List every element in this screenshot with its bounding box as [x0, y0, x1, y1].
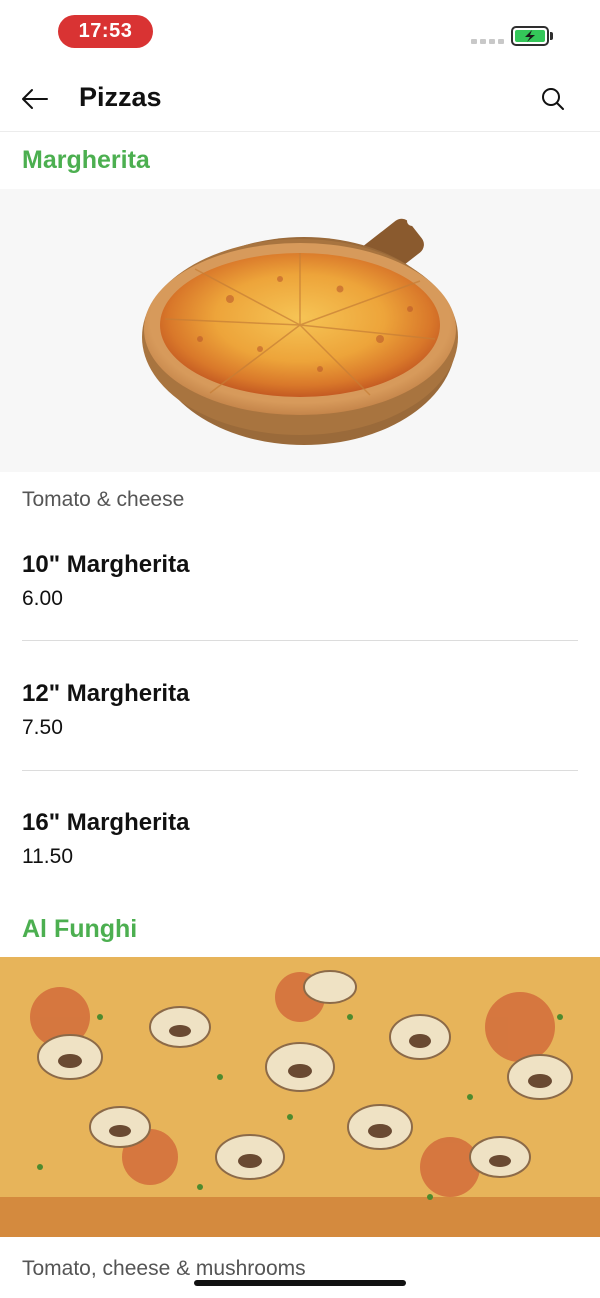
item-name: 12" Margherita [22, 680, 190, 707]
signal-icon [471, 39, 504, 44]
page-title: Pizzas [79, 82, 162, 112]
menu-item[interactable]: 12" Margherita 7.50 [22, 680, 578, 740]
al-funghi-image [0, 957, 600, 1237]
margherita-image [0, 189, 600, 472]
category-description-margherita: Tomato & cheese [22, 488, 185, 511]
home-indicator[interactable] [194, 1280, 406, 1286]
search-icon [542, 88, 564, 110]
app-header: Pizzas [0, 64, 600, 132]
battery-icon [511, 26, 549, 46]
search-button[interactable] [536, 82, 570, 116]
status-bar: 17:53 [0, 0, 600, 64]
menu-item[interactable]: 16" Margherita 11.50 [22, 809, 578, 869]
item-price: 6.00 [22, 587, 63, 610]
category-description-al-funghi: Tomato, cheese & mushrooms [22, 1257, 306, 1280]
category-title-margherita: Margherita [22, 146, 150, 174]
menu-item[interactable]: 10" Margherita 6.00 [22, 551, 578, 611]
category-title-al-funghi: Al Funghi [22, 915, 138, 943]
item-price: 7.50 [22, 716, 63, 739]
back-button[interactable] [18, 82, 52, 116]
battery-cap [550, 32, 553, 40]
item-name: 16" Margherita [22, 809, 190, 836]
status-time: 17:53 [58, 15, 153, 48]
arrow-left-icon [22, 89, 48, 109]
divider [22, 640, 578, 641]
divider [22, 770, 578, 771]
item-name: 10" Margherita [22, 551, 190, 578]
item-price: 11.50 [22, 845, 73, 868]
